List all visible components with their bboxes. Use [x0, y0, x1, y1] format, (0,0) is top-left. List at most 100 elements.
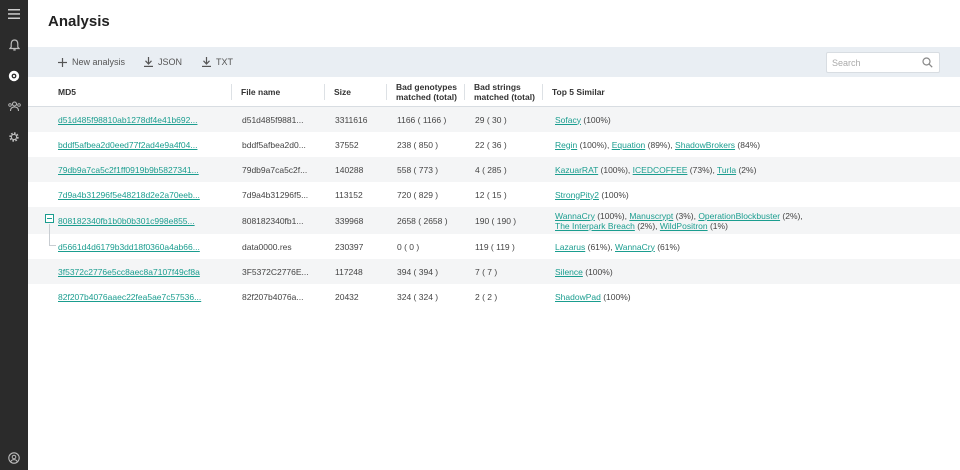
size-cell: 230397 [335, 241, 364, 252]
file-name-cell: 79db9a7ca5c2f... [242, 164, 308, 175]
md5-link-text[interactable]: d51d485f98810ab1278df4e41b692... [58, 115, 197, 125]
file-name-cell: data0000.res [242, 241, 292, 252]
md5-link-text[interactable]: 82f207b4076aaec22fea5ae7c57536... [58, 292, 201, 302]
table-row[interactable]: 7d9a4b31296f5e48218d2e2a70eeb... 7d9a4b31… [28, 182, 960, 207]
search-box [826, 52, 940, 73]
file-name-cell: 7d9a4b31296f5... [242, 189, 309, 200]
similar-percent: (2%), [780, 210, 803, 221]
similar-link[interactable]: WannaCry [615, 242, 655, 252]
similar-percent: (100%), [577, 139, 612, 150]
similar-percent: (100%), [598, 164, 633, 175]
toolbar: New analysis JSON TXT [28, 47, 960, 77]
similar-percent: (61%) [654, 241, 680, 252]
collapse-toggle[interactable] [45, 214, 54, 223]
top5-similar-cell: KazuarRAT (100%), ICEDCOFFEE (73%), Turl… [555, 157, 835, 182]
top5-similar-cell: ShadowPad (100%) [555, 284, 835, 309]
bad-strings-cell: 12 ( 15 ) [475, 189, 507, 200]
similar-link[interactable]: WannaCry [555, 211, 595, 221]
similar-link[interactable]: Silence [555, 267, 583, 277]
similar-link[interactable]: The Interpark Breach [555, 221, 635, 231]
table-row[interactable]: d5661d4d6179b3dd18f0360a4ab66... data0000… [28, 234, 960, 259]
similar-link[interactable]: ShadowBrokers [675, 140, 735, 150]
similar-link[interactable]: Lazarus [555, 242, 585, 252]
table-row[interactable]: 3f5372c2776e5cc8aec8a7107f49cf8a 3F5372C2… [28, 259, 960, 284]
top5-similar-cell: Sofacy (100%) [555, 107, 835, 132]
similar-percent: (100%) [582, 266, 613, 277]
bell-icon[interactable] [0, 34, 28, 56]
table-row[interactable]: bddf5afbea2d0eed77f2ad4e9a4f04... bddf5af… [28, 132, 960, 157]
table-row[interactable]: 79db9a7ca5c2f1ff0919b9b5827341... 79db9a7… [28, 157, 960, 182]
similar-link[interactable]: Equation [612, 140, 646, 150]
json-export-button[interactable]: JSON [144, 47, 182, 77]
md5-link-text[interactable]: 79db9a7ca5c2f1ff0919b9b5827341... [58, 165, 199, 175]
plus-icon [58, 57, 67, 67]
top5-similar-cell: StrongPity2 (100%) [555, 182, 835, 207]
top5-similar-cell: Silence (100%) [555, 259, 835, 284]
table-row[interactable]: 82f207b4076aaec22fea5ae7c57536... 82f207b… [28, 284, 960, 309]
bad-strings-cell: 29 ( 30 ) [475, 114, 507, 125]
size-cell: 37552 [335, 139, 359, 150]
bad-strings-cell: 22 ( 36 ) [475, 139, 507, 150]
size-cell: 117248 [335, 266, 363, 277]
md5-link[interactable]: 808182340fb1b0b0b301c998e855... [58, 207, 195, 234]
similar-link[interactable]: Regin [555, 140, 577, 150]
search-icon[interactable] [922, 57, 933, 68]
similar-link[interactable]: ICEDCOFFEE [633, 165, 688, 175]
file-name-cell: 82f207b4076a... [242, 291, 304, 302]
similar-link[interactable]: Turla [717, 165, 736, 175]
bad-strings-cell: 119 ( 119 ) [475, 241, 515, 252]
file-name-cell: d51d485f9881... [242, 114, 304, 125]
col-md5[interactable]: MD5 [58, 77, 76, 107]
col-file-name[interactable]: File name [230, 77, 280, 107]
gear-icon[interactable] [0, 126, 28, 148]
col-bad-genotypes[interactable]: Bad genotypes matched (total) [386, 77, 457, 107]
col-size[interactable]: Size [323, 77, 351, 107]
bad-genotypes-cell: 324 ( 324 ) [397, 291, 439, 302]
top5-similar-cell: Regin (100%), Equation (89%), ShadowBrok… [555, 132, 835, 157]
table-row[interactable]: 808182340fb1b0b0b301c998e855... 808182340… [28, 207, 960, 234]
account-icon[interactable] [0, 447, 28, 469]
md5-link-text[interactable]: 808182340fb1b0b0b301c998e855... [58, 216, 195, 226]
size-cell: 3311616 [335, 114, 368, 125]
download-icon [144, 57, 153, 67]
bad-genotypes-cell: 0 ( 0 ) [397, 241, 420, 252]
similar-percent: (100%) [600, 291, 631, 302]
similar-link[interactable]: WildPositron [660, 221, 708, 231]
similar-link[interactable]: StrongPity2 [555, 190, 599, 200]
md5-link-text[interactable]: bddf5afbea2d0eed77f2ad4e9a4f04... [58, 140, 197, 150]
new-analysis-label: New analysis [72, 57, 126, 67]
search-input[interactable] [832, 56, 918, 70]
md5-link[interactable]: bddf5afbea2d0eed77f2ad4e9a4f04... [58, 132, 197, 157]
txt-export-button[interactable]: TXT [202, 47, 233, 77]
col-bad-strings-line2: matched (total) [474, 92, 535, 102]
file-name-cell: 3F5372C2776E... [242, 266, 309, 277]
txt-export-label: TXT [216, 57, 233, 67]
col-bad-strings[interactable]: Bad strings matched (total) [464, 77, 535, 107]
similar-percent: (89%), [645, 139, 676, 150]
bad-genotypes-cell: 558 ( 773 ) [397, 164, 439, 175]
md5-link[interactable]: 3f5372c2776e5cc8aec8a7107f49cf8a [58, 259, 200, 284]
md5-link[interactable]: 79db9a7ca5c2f1ff0919b9b5827341... [58, 157, 199, 182]
users-icon[interactable] [0, 95, 28, 117]
col-top5-similar[interactable]: Top 5 Similar [542, 77, 605, 107]
md5-link[interactable]: 82f207b4076aaec22fea5ae7c57536... [58, 284, 201, 309]
md5-link-text[interactable]: 3f5372c2776e5cc8aec8a7107f49cf8a [58, 267, 200, 277]
col-bad-strings-line1: Bad strings [474, 82, 521, 92]
table-row[interactable]: d51d485f98810ab1278df4e41b692... d51d485f… [28, 107, 960, 132]
md5-link[interactable]: 7d9a4b31296f5e48218d2e2a70eeb... [58, 182, 200, 207]
analysis-icon[interactable] [0, 65, 28, 87]
main-content: Analysis New analysis JSON TXT MD5 File … [28, 0, 960, 470]
similar-link[interactable]: KazuarRAT [555, 165, 598, 175]
similar-link[interactable]: Sofacy [555, 115, 581, 125]
similar-link[interactable]: OperationBlockbuster [698, 211, 780, 221]
menu-icon[interactable] [0, 3, 28, 25]
similar-link[interactable]: ShadowPad [555, 292, 601, 302]
new-analysis-button[interactable]: New analysis [58, 47, 125, 77]
size-cell: 113152 [335, 189, 363, 200]
md5-link[interactable]: d5661d4d6179b3dd18f0360a4ab66... [58, 234, 200, 259]
md5-link-text[interactable]: 7d9a4b31296f5e48218d2e2a70eeb... [58, 190, 200, 200]
similar-link[interactable]: Manuscrypt [629, 211, 673, 221]
md5-link[interactable]: d51d485f98810ab1278df4e41b692... [58, 107, 197, 132]
bad-genotypes-cell: 2658 ( 2658 ) [397, 215, 448, 226]
md5-link-text[interactable]: d5661d4d6179b3dd18f0360a4ab66... [58, 242, 200, 252]
